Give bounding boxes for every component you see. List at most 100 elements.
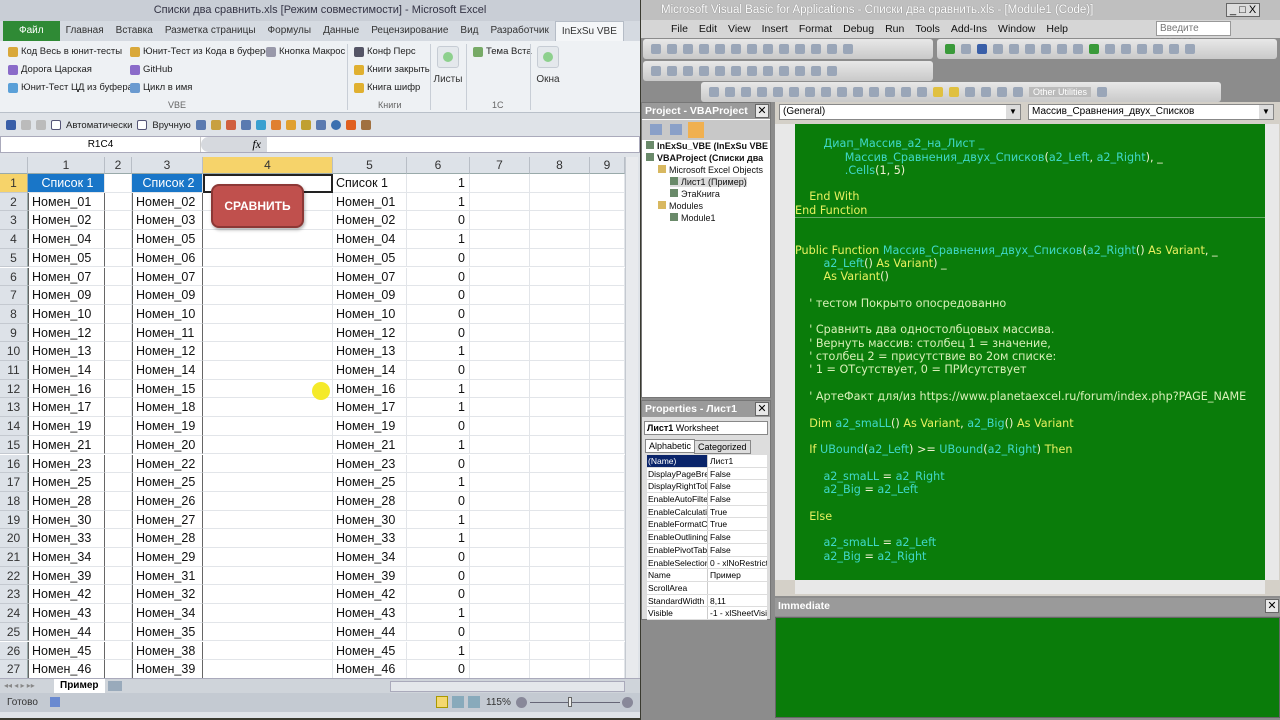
- list2-cell[interactable]: Номен_29: [132, 548, 203, 567]
- tool-icon[interactable]: [360, 120, 371, 130]
- result-name-cell[interactable]: Номен_34: [333, 548, 407, 567]
- redo-icon[interactable]: [36, 120, 46, 130]
- empty-cell[interactable]: [470, 230, 530, 249]
- row-header[interactable]: 17: [0, 473, 28, 492]
- list1-cell[interactable]: Номен_16: [28, 379, 105, 399]
- row-header[interactable]: 20: [0, 529, 28, 548]
- empty-cell[interactable]: [530, 454, 590, 474]
- empty-cell[interactable]: [590, 622, 625, 642]
- empty-cell[interactable]: [203, 323, 333, 343]
- empty-cell[interactable]: [590, 566, 625, 586]
- help-search-input[interactable]: Введите вопрос: [1156, 21, 1231, 47]
- result-flag-cell[interactable]: 1: [407, 342, 470, 361]
- property-row[interactable]: EnablePivotTable False: [647, 543, 767, 557]
- tab-0[interactable]: Файл: [3, 21, 60, 41]
- empty-cell[interactable]: [470, 248, 530, 268]
- page-layout-icon[interactable]: [452, 696, 464, 708]
- empty-cell[interactable]: [530, 174, 590, 193]
- empty-cell[interactable]: [590, 660, 625, 678]
- empty-cell[interactable]: [203, 660, 333, 678]
- horizontal-scrollbar[interactable]: [390, 681, 625, 692]
- menu-debug[interactable]: Debug: [843, 23, 874, 35]
- spreadsheet-grid[interactable]: 1 2 3 4 5 6 7 8 9 1 Список 1 Список 2 Список 1 1 2 Номе…: [0, 157, 625, 678]
- list2-cell[interactable]: Номен_06: [132, 248, 203, 268]
- list2-cell[interactable]: Номен_05: [132, 230, 203, 249]
- empty-cell[interactable]: [203, 304, 333, 324]
- list1-cell[interactable]: Номен_05: [28, 248, 105, 268]
- empty-cell[interactable]: [105, 566, 132, 586]
- tool-icon[interactable]: [195, 120, 206, 130]
- result-name-cell[interactable]: Номен_21: [333, 435, 407, 455]
- result-flag-cell[interactable]: 0: [407, 361, 470, 380]
- result-name-cell[interactable]: Номен_25: [333, 473, 407, 492]
- empty-cell[interactable]: [470, 174, 530, 193]
- ribbon-btn-royal-road[interactable]: Дорога Царская: [8, 64, 92, 75]
- tool-icon[interactable]: [255, 120, 266, 130]
- empty-cell[interactable]: [203, 267, 333, 287]
- empty-cell[interactable]: [470, 286, 530, 305]
- empty-cell[interactable]: [470, 510, 530, 530]
- row-header[interactable]: 21: [0, 548, 28, 567]
- zoom-slider[interactable]: [530, 702, 620, 703]
- vertical-scrollbar[interactable]: [625, 157, 638, 678]
- property-value[interactable]: True: [708, 518, 767, 530]
- name-box[interactable]: R1C4: [1, 137, 201, 152]
- ribbon-btn-github[interactable]: GitHub: [130, 64, 173, 75]
- empty-cell[interactable]: [470, 660, 530, 678]
- property-row[interactable]: DisplayRightToLeftFalse: [647, 480, 767, 494]
- list1-cell[interactable]: Номен_17: [28, 398, 105, 418]
- list1-cell[interactable]: Номен_42: [28, 585, 105, 605]
- empty-cell[interactable]: [530, 286, 590, 305]
- empty-cell[interactable]: [105, 267, 132, 287]
- ribbon-btn-unit-test-clipboard[interactable]: Юнит-Тест ЦД из буфера: [8, 82, 133, 93]
- empty-cell[interactable]: [590, 585, 625, 605]
- property-row[interactable]: StandardWidth 8,11: [647, 594, 767, 608]
- column-header-3[interactable]: 3: [132, 157, 203, 174]
- tool-icon[interactable]: [330, 120, 341, 130]
- list1-cell[interactable]: Номен_02: [28, 211, 105, 231]
- empty-cell[interactable]: [105, 361, 132, 380]
- list1-cell[interactable]: Номен_33: [28, 529, 105, 548]
- row-header[interactable]: 14: [0, 417, 28, 436]
- empty-cell[interactable]: [530, 566, 590, 586]
- result-name-cell[interactable]: Номен_30: [333, 510, 407, 530]
- empty-cell[interactable]: [590, 230, 625, 249]
- tab-alphabetic[interactable]: Alphabetic: [645, 439, 696, 453]
- empty-cell[interactable]: [530, 211, 590, 231]
- empty-cell[interactable]: [590, 529, 625, 548]
- column-header-4[interactable]: 4: [203, 157, 333, 174]
- empty-cell[interactable]: [530, 641, 590, 661]
- menu-run[interactable]: Run: [885, 23, 904, 35]
- empty-cell[interactable]: [590, 211, 625, 231]
- empty-cell[interactable]: [105, 510, 132, 530]
- empty-cell[interactable]: [590, 398, 625, 418]
- empty-cell[interactable]: [590, 304, 625, 324]
- auto-checkbox[interactable]: [51, 120, 61, 130]
- empty-cell[interactable]: [470, 417, 530, 436]
- property-value[interactable]: [708, 582, 767, 594]
- column-header-7[interactable]: 7: [470, 157, 530, 174]
- tree-item[interactable]: VBAProject (Списки два: [646, 153, 763, 163]
- property-value[interactable]: False: [708, 480, 767, 492]
- result-flag-cell[interactable]: 0: [407, 622, 470, 642]
- empty-cell[interactable]: [530, 361, 590, 380]
- row-header[interactable]: 6: [0, 267, 28, 287]
- window-controls-icon[interactable]: _ □ X: [1226, 3, 1261, 17]
- empty-cell[interactable]: [590, 361, 625, 380]
- new-sheet-icon[interactable]: [108, 681, 122, 691]
- row-header[interactable]: 4: [0, 230, 28, 249]
- empty-cell[interactable]: [105, 622, 132, 642]
- ribbon-btn-loop-name[interactable]: Цикл в имя: [130, 82, 192, 93]
- result-name-cell[interactable]: Номен_45: [333, 641, 407, 661]
- empty-cell[interactable]: [590, 473, 625, 492]
- view-code-icon[interactable]: [650, 124, 662, 135]
- other-utilities-dropdown[interactable]: Other Utilities: [1029, 87, 1092, 97]
- result-flag-cell[interactable]: 0: [407, 286, 470, 305]
- result-name-cell[interactable]: Номен_07: [333, 267, 407, 287]
- compare-button[interactable]: СРАВНИТЬ: [211, 184, 304, 228]
- row-header[interactable]: 13: [0, 398, 28, 418]
- result-flag-cell[interactable]: 1: [407, 230, 470, 249]
- result-flag-cell[interactable]: 1: [407, 398, 470, 418]
- tool-icon[interactable]: [270, 120, 281, 130]
- result-name-cell[interactable]: Номен_14: [333, 361, 407, 380]
